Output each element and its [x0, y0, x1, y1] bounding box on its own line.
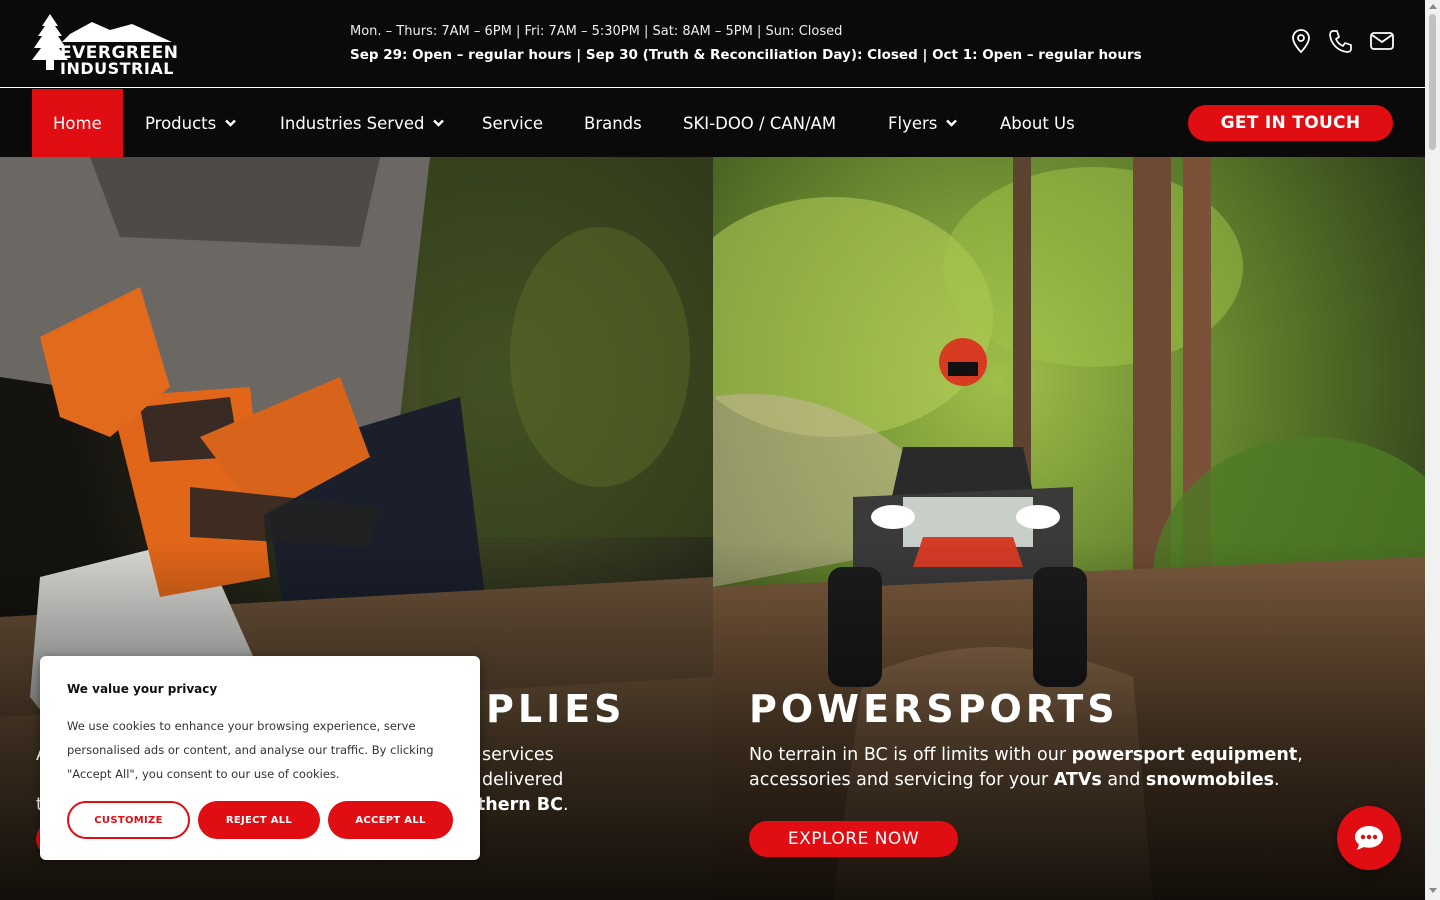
top-bar: EVERGREEN INDUSTRIAL Mon. – Thurs: 7AM –…	[0, 0, 1425, 88]
holiday-notice: Sep 29: Open – regular hours | Sep 30 (T…	[350, 47, 1142, 63]
customize-button[interactable]: CUSTOMIZE	[67, 801, 190, 839]
chat-button[interactable]	[1337, 806, 1401, 870]
chevron-down-icon	[225, 119, 237, 127]
cookie-title: We value your privacy	[67, 682, 218, 696]
nav-item-label: SKI-DOO / CAN/AM	[683, 113, 837, 133]
phone-icon[interactable]	[1328, 28, 1352, 54]
hero-desc-end: .	[562, 795, 569, 815]
nav-item-label: Industries Served	[280, 113, 425, 133]
chevron-down-icon	[946, 119, 958, 127]
logo-wordmark-line2: INDUSTRIAL	[60, 59, 174, 78]
page-scrollbar[interactable]	[1425, 0, 1440, 900]
nav-item-about-us[interactable]: About Us	[1000, 89, 1075, 157]
location-icon[interactable]	[1289, 28, 1313, 54]
store-hours: Mon. – Thurs: 7AM – 6PM | Fri: 7AM – 5:3…	[350, 24, 843, 39]
nav-item-ski-doo-can-am[interactable]: SKI-DOO / CAN/AM	[683, 89, 836, 157]
nav-item-label: Flyers	[888, 113, 938, 133]
nav-item-label: Service	[482, 113, 543, 133]
scroll-thumb[interactable]	[1429, 14, 1436, 150]
nav-item-label: About Us	[1000, 113, 1075, 133]
nav-item-service[interactable]: Service	[482, 89, 543, 157]
chat-bubble-icon	[1355, 826, 1383, 850]
nav-item-label: Home	[53, 113, 102, 133]
nav-item-industries-served[interactable]: Industries Served	[280, 89, 445, 157]
email-icon[interactable]	[1370, 28, 1394, 54]
explore-now-button[interactable]: EXPLORE NOW	[749, 821, 958, 857]
nav-item-label: Products	[145, 113, 217, 133]
hero-title: PLIES	[486, 687, 626, 731]
accept-all-button[interactable]: ACCEPT ALL	[328, 801, 453, 839]
main-nav: Home Products Industries Served Service …	[0, 89, 1425, 157]
hero-desc-mid: services delivered	[481, 745, 564, 790]
nav-item-products[interactable]: Products	[145, 89, 237, 157]
hero-desc-bold: thern BC	[476, 795, 563, 815]
reject-all-button[interactable]: REJECT ALL	[198, 801, 320, 839]
hero-powersports-panel[interactable]: POWERSPORTS No terrain in BC is off limi…	[713, 157, 1425, 900]
evergreen-logo[interactable]: EVERGREEN INDUSTRIAL	[32, 12, 178, 78]
hero-title: POWERSPORTS	[749, 687, 1119, 731]
scroll-down-arrow-icon[interactable]	[1429, 888, 1437, 893]
scroll-up-arrow-icon[interactable]	[1429, 4, 1437, 9]
nav-item-brands[interactable]: Brands	[584, 89, 642, 157]
cookie-consent-banner: We value your privacy We use cookies to …	[40, 656, 480, 860]
nav-item-flyers[interactable]: Flyers	[888, 89, 958, 157]
nav-item-label: Brands	[584, 113, 642, 133]
cookie-body: We use cookies to enhance your browsing …	[67, 719, 434, 781]
nav-item-home[interactable]: Home	[32, 89, 123, 157]
hero-description: No terrain in BC is off limits with our …	[749, 745, 1303, 790]
chevron-down-icon	[433, 119, 445, 127]
get-in-touch-button[interactable]: GET IN TOUCH	[1188, 105, 1393, 141]
